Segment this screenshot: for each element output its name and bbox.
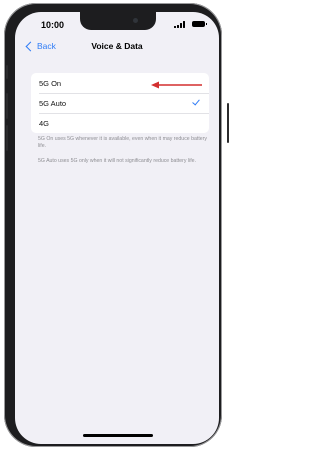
page-title: Voice & Data (91, 41, 143, 51)
signal-icon (174, 21, 186, 28)
option-label: 4G (39, 118, 50, 128)
footnote-5g-auto: 5G Auto uses 5G only when it will not si… (38, 158, 197, 164)
volume-up-button (6, 93, 8, 119)
navigation-bar: Back Voice & Data (15, 40, 219, 58)
option-5g-auto[interactable]: 5G Auto (31, 93, 209, 113)
battery-icon (192, 21, 207, 27)
mute-switch (6, 65, 8, 79)
volume-down-button (6, 125, 8, 151)
screen: 10:00 Back Voice & Data 5G On 5G Auto 4G… (15, 12, 219, 444)
phone-frame: 10:00 Back Voice & Data 5G On 5G Auto 4G… (4, 3, 229, 447)
side-button (227, 103, 229, 143)
footnote-5g-on: 5G On uses 5G whenever it is available, … (38, 136, 207, 149)
camera-icon (133, 18, 138, 23)
option-4g[interactable]: 4G (31, 113, 209, 133)
notch (80, 12, 156, 30)
annotation-arrow-icon (151, 81, 202, 89)
checkmark-icon (192, 97, 200, 106)
status-time: 10:00 (41, 20, 65, 30)
option-label: 5G Auto (39, 98, 67, 108)
option-label: 5G On (39, 78, 62, 88)
home-indicator[interactable] (83, 434, 153, 437)
